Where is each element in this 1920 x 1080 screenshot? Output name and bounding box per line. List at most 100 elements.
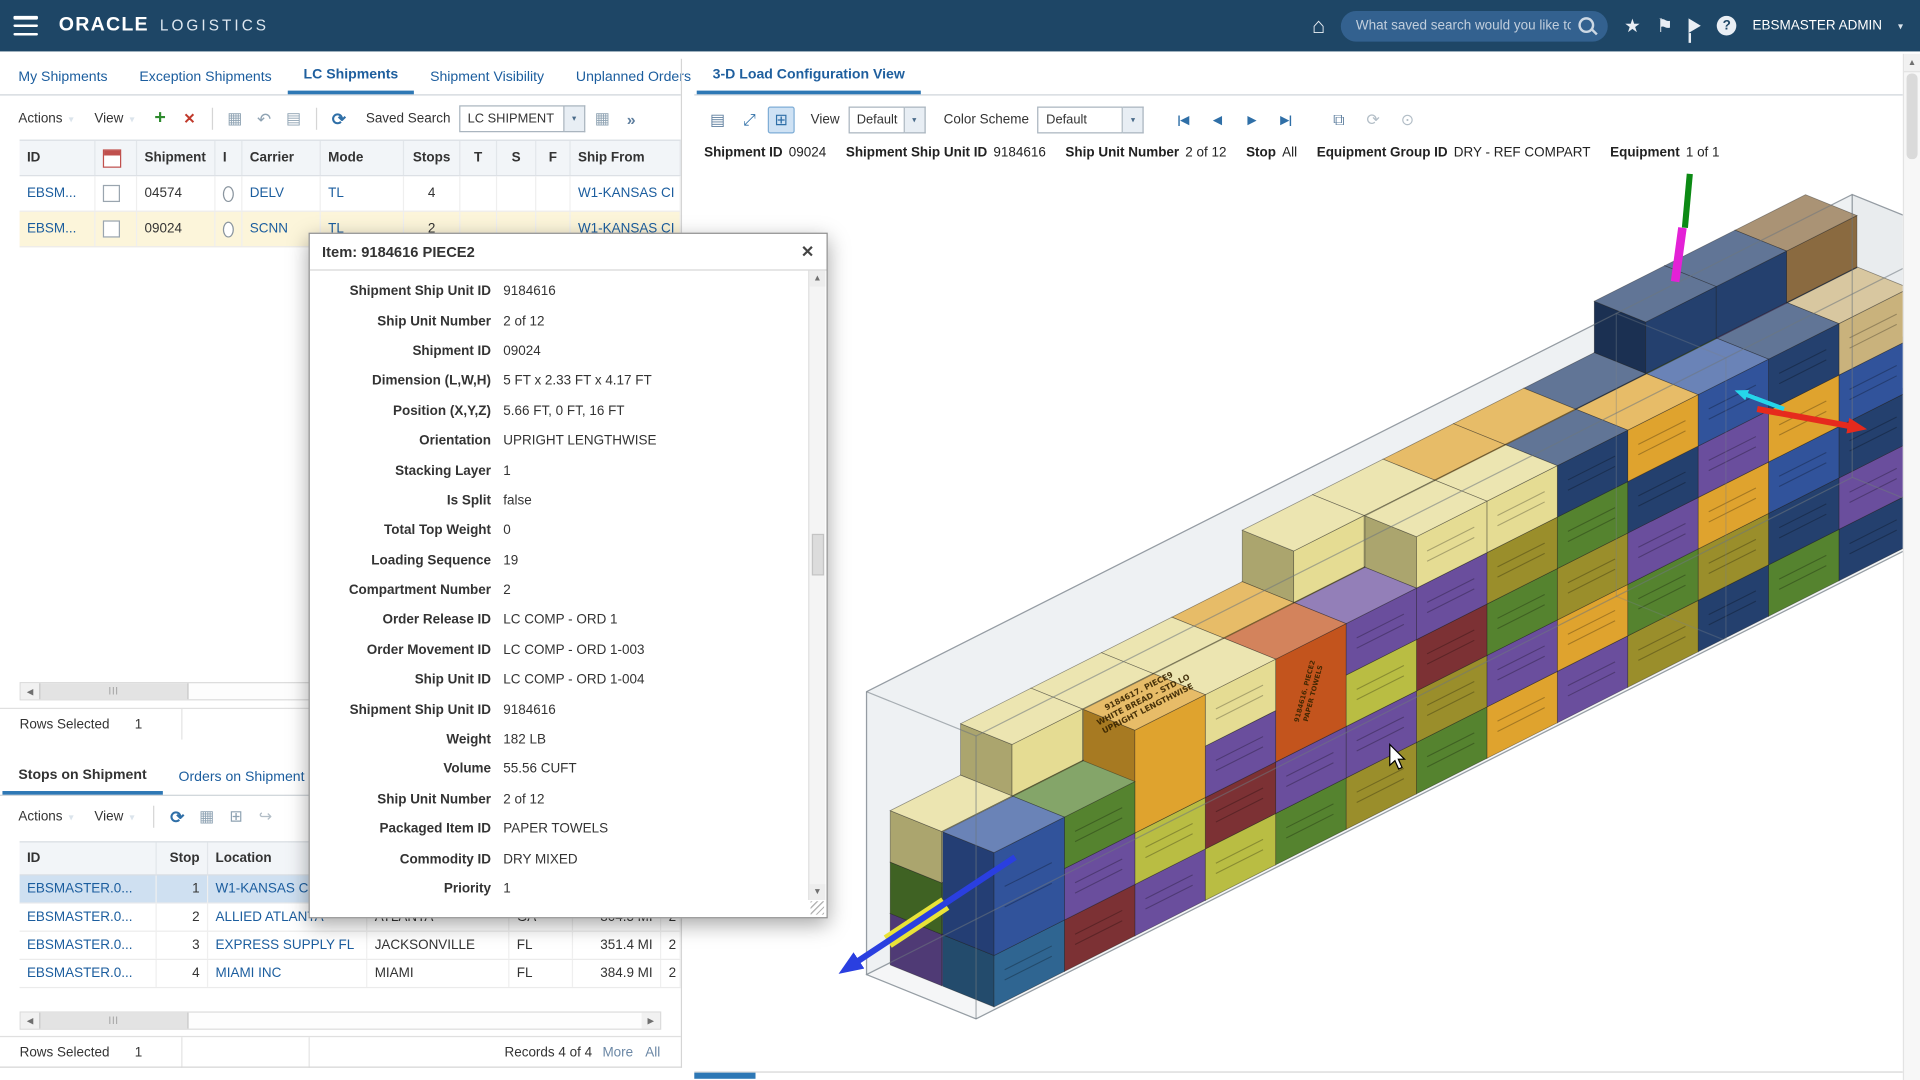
favorites-star-icon[interactable]: ★ bbox=[1624, 17, 1640, 35]
cell-link[interactable]: MIAMI INC bbox=[216, 966, 282, 981]
fullscreen-icon[interactable]: ⤢ bbox=[736, 107, 763, 134]
tab-3d-load-configuration-view[interactable]: 3-D Load Configuration View bbox=[697, 59, 921, 95]
row-checkbox[interactable] bbox=[103, 220, 120, 237]
scroll-thumb[interactable]: ||| bbox=[39, 1013, 188, 1029]
color-scheme-dropdown-icon[interactable]: ▾ bbox=[1123, 107, 1144, 134]
flag-icon[interactable]: ⚑ bbox=[1656, 17, 1672, 35]
table-icon[interactable]: ▦ bbox=[589, 105, 616, 132]
all-link[interactable]: All bbox=[645, 1045, 660, 1060]
stops-view-menu[interactable]: View▾ bbox=[86, 809, 143, 824]
row-checkbox[interactable] bbox=[103, 185, 120, 202]
search-icon[interactable] bbox=[1579, 17, 1595, 33]
cell-link[interactable]: ALLIED ATLANTA bbox=[216, 910, 324, 925]
export-icon[interactable]: ▤ bbox=[704, 107, 731, 134]
cell-link[interactable]: DELV bbox=[250, 186, 284, 201]
sync-icon[interactable]: ⊙ bbox=[1394, 107, 1421, 134]
first-icon[interactable]: |◀ bbox=[1170, 107, 1197, 134]
scroll-left-icon[interactable]: ◀ bbox=[21, 1013, 39, 1029]
saved-search-dropdown-icon[interactable]: ▾ bbox=[564, 105, 585, 132]
tab-exception-shipments[interactable]: Exception Shipments bbox=[124, 59, 288, 95]
shipment-row[interactable]: EBSM...04574DELVTL4W1-KANSAS CI bbox=[20, 176, 681, 212]
stop-row[interactable]: EBSMASTER.0...4MIAMI INCMIAMIFL384.9 MI2 bbox=[20, 960, 681, 988]
scroll-thumb[interactable] bbox=[1907, 73, 1918, 159]
home-icon[interactable]: ⌂ bbox=[1312, 15, 1325, 37]
dialog-titlebar[interactable]: Item: 9184616 PIECE2 ✕ bbox=[310, 234, 827, 271]
close-icon[interactable]: ✕ bbox=[176, 105, 203, 132]
scroll-right-icon[interactable]: ▶ bbox=[642, 1013, 660, 1029]
rotate-icon[interactable]: ⟳ bbox=[1360, 107, 1387, 134]
search-input[interactable] bbox=[1341, 10, 1608, 41]
toggle-3d-icon[interactable]: ⊞ bbox=[768, 107, 795, 134]
prev-icon[interactable]: ◀ bbox=[1204, 107, 1231, 134]
cell bbox=[536, 176, 570, 210]
help-icon[interactable]: ? bbox=[1717, 16, 1737, 36]
saved-search-value[interactable]: LC SHIPMENT bbox=[459, 105, 564, 132]
user-menu[interactable]: EBSMASTER ADMIN bbox=[1753, 18, 1882, 33]
scroll-up-icon[interactable]: ▲ bbox=[1904, 54, 1920, 72]
cell-link[interactable]: EBSMASTER.0... bbox=[27, 882, 133, 897]
cell-link[interactable]: SCNN bbox=[250, 222, 288, 237]
stop-row[interactable]: EBSMASTER.0...3EXPRESS SUPPLY FLJACKSONV… bbox=[20, 932, 681, 960]
scroll-up-icon[interactable]: ▲ bbox=[809, 271, 825, 287]
cell-link[interactable]: EBSMASTER.0... bbox=[27, 966, 133, 981]
refresh-icon[interactable]: ⟳ bbox=[164, 803, 191, 830]
cell-link[interactable]: EBSMASTER.0... bbox=[27, 938, 133, 953]
refresh-icon[interactable]: ⟳ bbox=[325, 105, 352, 132]
cell: FL bbox=[509, 932, 573, 959]
cell-link[interactable]: W1-KANSAS CI bbox=[578, 186, 675, 201]
plus-icon[interactable]: + bbox=[147, 105, 174, 132]
grid-edit-icon[interactable]: ⊞ bbox=[223, 803, 250, 830]
tab-lc-shipments[interactable]: LC Shipments bbox=[288, 59, 415, 95]
view-dropdown-icon[interactable]: ▾ bbox=[904, 107, 925, 134]
page-vscrollbar[interactable]: ▲ bbox=[1903, 54, 1920, 1080]
tab-my-shipments[interactable]: My Shipments bbox=[2, 59, 123, 95]
cell-link[interactable]: EBSMASTER.0... bbox=[27, 910, 133, 925]
save-icon[interactable]: ▤ bbox=[280, 105, 307, 132]
pennant-icon[interactable] bbox=[1689, 18, 1701, 33]
color-scheme-value[interactable]: Default bbox=[1038, 107, 1124, 134]
copy-icon[interactable]: ⧉ bbox=[1325, 107, 1352, 134]
color-scheme-combo[interactable]: Default ▾ bbox=[1038, 107, 1145, 134]
tab-shipment-visibility[interactable]: Shipment Visibility bbox=[414, 59, 560, 95]
cell: 3 bbox=[157, 932, 208, 959]
cell-link[interactable]: EBSM... bbox=[27, 186, 76, 201]
cell-link[interactable]: EXPRESS SUPPLY FL bbox=[216, 938, 355, 953]
view-value[interactable]: Default bbox=[848, 107, 904, 134]
dialog-vscrollbar[interactable]: ▲ ▼ bbox=[808, 271, 825, 900]
select-column-icon[interactable] bbox=[103, 149, 121, 167]
toolbar-overflow[interactable]: » bbox=[627, 110, 636, 128]
rows-selected-label: Rows Selected bbox=[20, 1045, 110, 1060]
cell-link[interactable]: EBSM... bbox=[27, 222, 76, 237]
grid-icon[interactable]: ▦ bbox=[221, 105, 248, 132]
next-icon[interactable]: ▶ bbox=[1238, 107, 1265, 134]
scroll-thumb[interactable] bbox=[811, 534, 823, 576]
last-icon[interactable]: ▶| bbox=[1273, 107, 1300, 134]
stops-actions-menu[interactable]: Actions▾ bbox=[10, 809, 82, 824]
tab-stops-on-shipment[interactable]: Stops on Shipment bbox=[2, 759, 162, 795]
actions-menu[interactable]: Actions▾ bbox=[10, 111, 82, 126]
tab-orders-on-shipment[interactable]: Orders on Shipment bbox=[163, 759, 321, 795]
row-radio[interactable] bbox=[223, 221, 234, 237]
shipments-toolbar: Actions▾ View▾ +✕▦↶▤⟳ Saved Search LC SH… bbox=[10, 100, 636, 137]
close-icon[interactable]: ✕ bbox=[801, 242, 814, 262]
scroll-left-icon[interactable]: ◀ bbox=[21, 683, 39, 699]
collapsed-panel-tab[interactable] bbox=[694, 1073, 755, 1079]
undo-icon[interactable]: ↶ bbox=[251, 105, 278, 132]
view-menu[interactable]: View▾ bbox=[86, 111, 143, 126]
scroll-down-icon[interactable]: ▼ bbox=[809, 884, 825, 900]
cell-link[interactable]: TL bbox=[328, 186, 344, 201]
row-radio[interactable] bbox=[223, 186, 234, 202]
field-label: Shipment Ship Unit ID bbox=[310, 702, 503, 717]
view-combo[interactable]: Default ▾ bbox=[848, 107, 925, 134]
stops-hscrollbar[interactable]: ◀ ||| ▶ bbox=[20, 1011, 662, 1029]
menu-icon[interactable] bbox=[13, 16, 37, 36]
grid-icon[interactable]: ▦ bbox=[193, 803, 220, 830]
scroll-thumb[interactable]: ||| bbox=[39, 683, 188, 699]
more-link[interactable]: More bbox=[602, 1045, 633, 1060]
user-menu-caret-icon[interactable]: ▾ bbox=[1898, 20, 1903, 31]
load-3d-canvas[interactable]: 9184616. PIECE2PAPER TOWELS9184617. PIEC… bbox=[694, 171, 1903, 1071]
resize-grip[interactable] bbox=[811, 901, 824, 914]
forward-icon[interactable]: ↪ bbox=[252, 803, 279, 830]
tab-unplanned-orders[interactable]: Unplanned Orders bbox=[560, 59, 707, 95]
saved-search-combo[interactable]: LC SHIPMENT ▾ bbox=[459, 105, 585, 132]
